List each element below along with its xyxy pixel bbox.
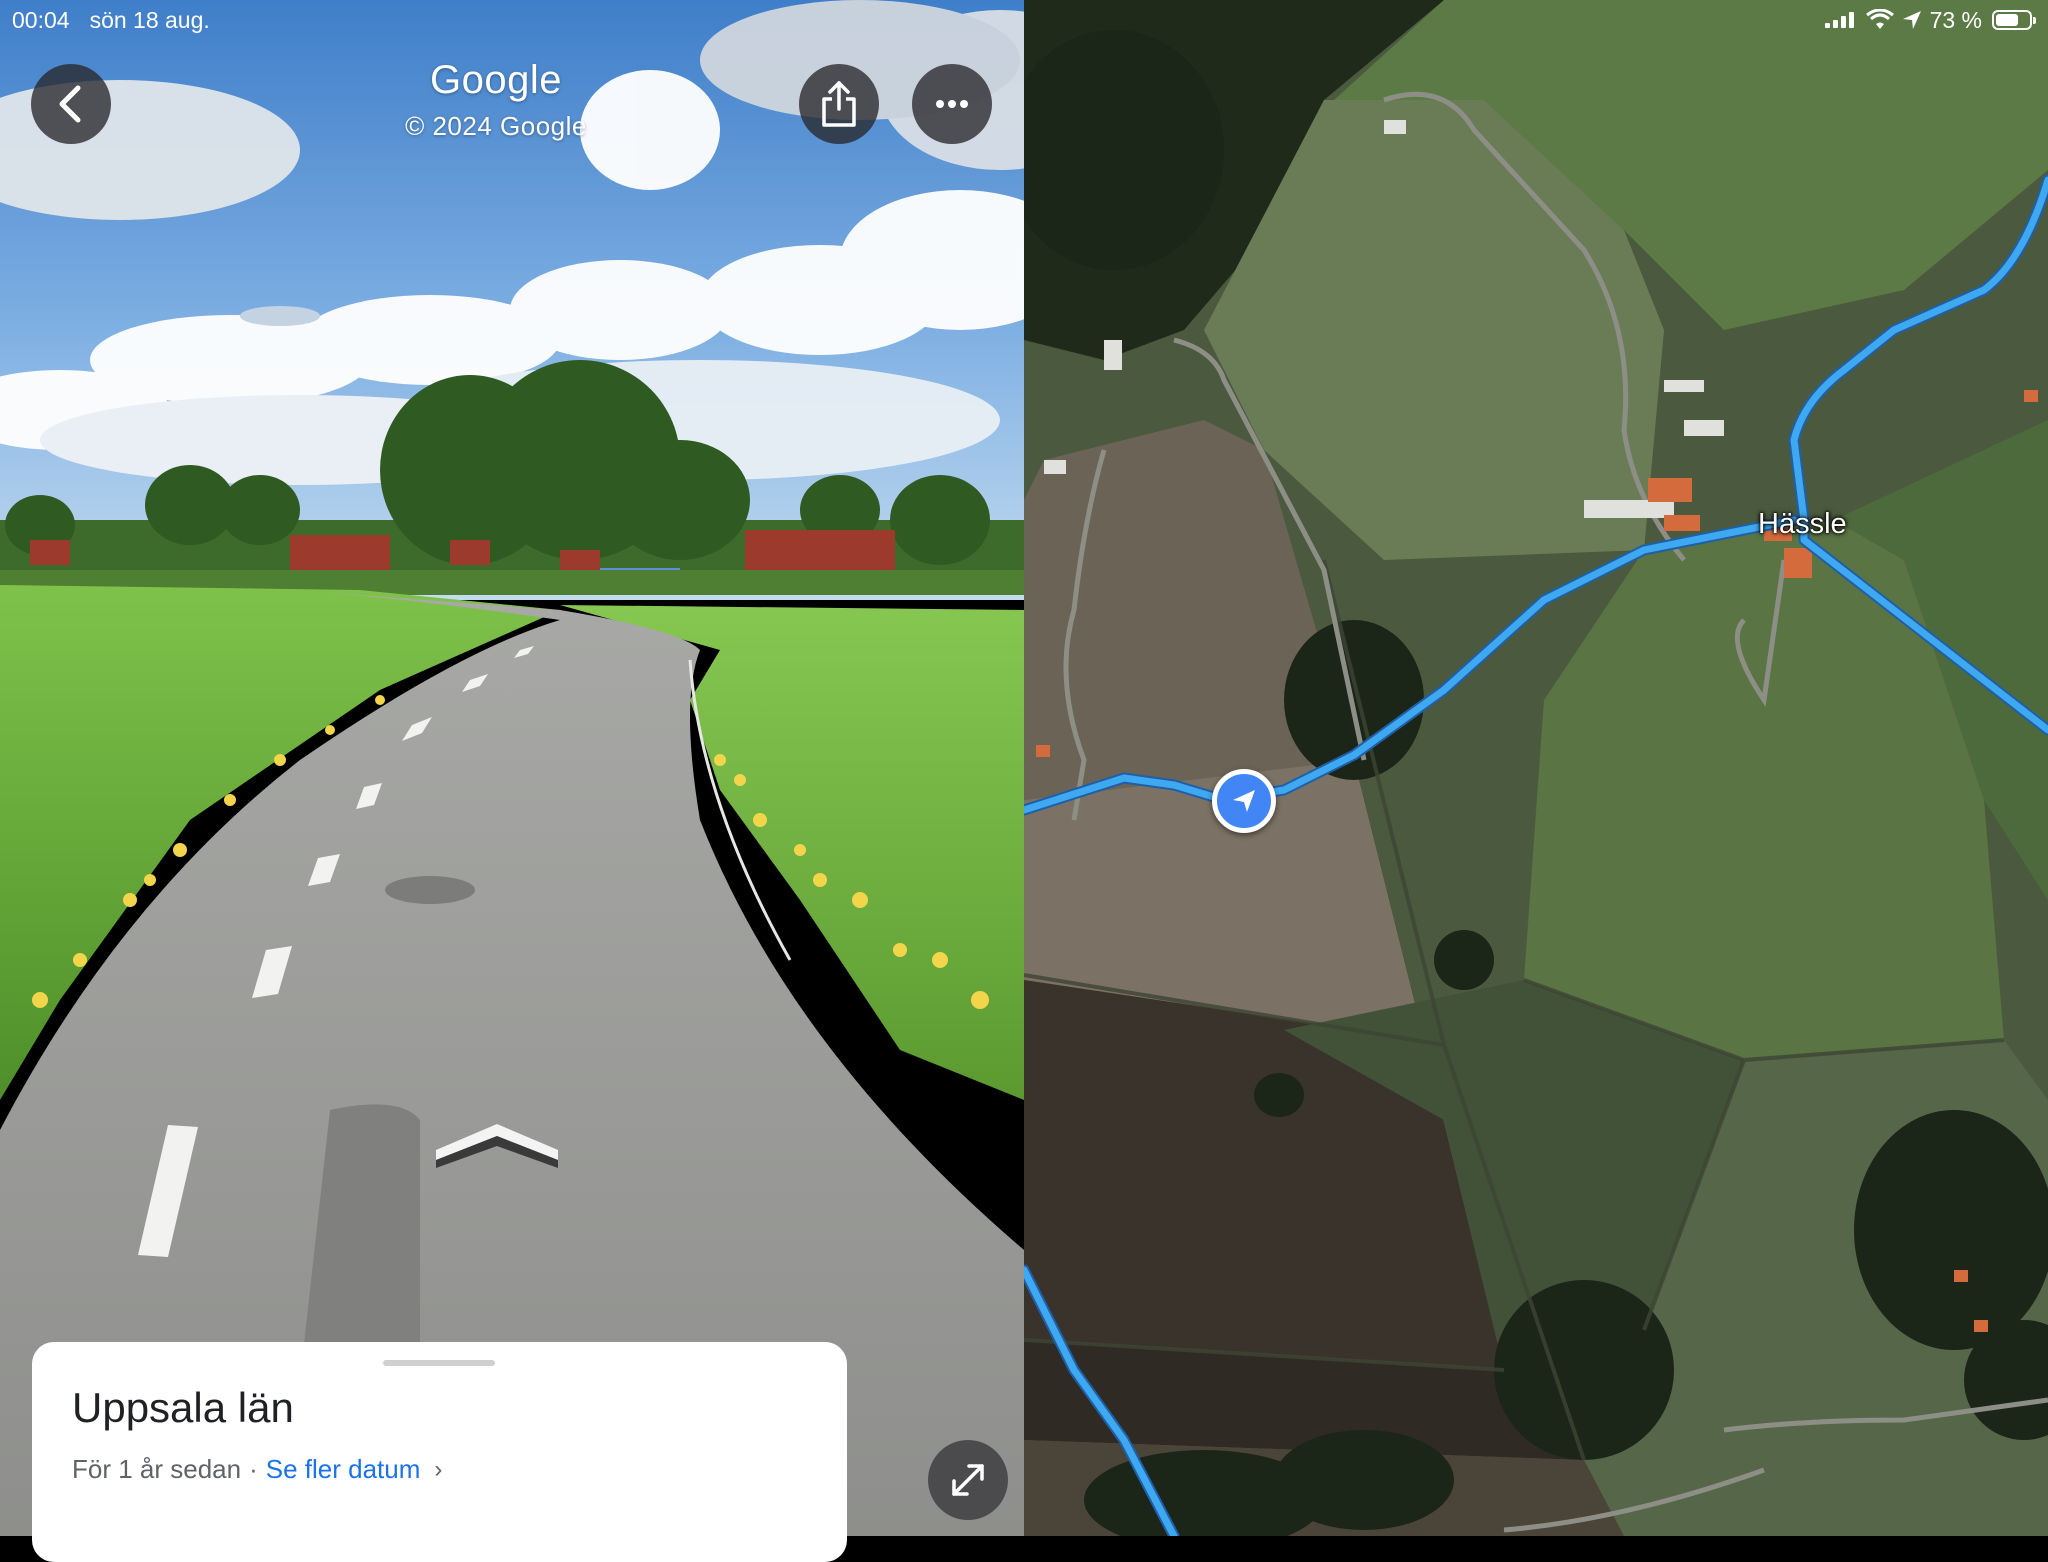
navigation-arrow-icon [1233, 790, 1255, 812]
drag-handle[interactable] [383, 1360, 495, 1366]
capture-date-row: För 1 år sedan · Se fler datum › [72, 1454, 442, 1485]
street-view-panorama[interactable] [0, 0, 1024, 1536]
navigation-chevron-icon[interactable] [432, 1120, 562, 1172]
expand-diagonal-icon [952, 1464, 984, 1496]
battery-percent: 73 % [1929, 6, 1982, 33]
satellite-imagery[interactable] [1024, 0, 2048, 1536]
expand-button[interactable] [928, 1440, 1008, 1520]
status-date: sön 18 aug. [89, 6, 210, 33]
satellite-map[interactable] [1024, 0, 2048, 1536]
location-info-card[interactable]: Uppsala län För 1 år sedan · Se fler dat… [32, 1342, 847, 1562]
more-options-button[interactable] [912, 64, 992, 144]
capture-time-ago: För 1 år sedan [72, 1454, 242, 1484]
chevron-right-icon[interactable]: › [434, 1456, 442, 1484]
wifi-icon [1865, 9, 1894, 29]
share-button[interactable] [799, 64, 879, 144]
cellular-signal-icon [1824, 12, 1854, 28]
more-horizontal-icon [936, 100, 968, 108]
status-bar-right: 73 % [1824, 0, 2036, 40]
battery-icon [1992, 10, 2036, 30]
status-bar-left: 00:04 sön 18 aug. [12, 0, 230, 40]
place-name: Uppsala län [72, 1384, 294, 1431]
status-time: 00:04 [12, 6, 70, 33]
map-place-label[interactable]: Hässle [1758, 508, 1847, 541]
location-services-icon [1902, 11, 1921, 29]
current-location-marker[interactable] [1212, 769, 1276, 833]
share-icon [822, 81, 856, 127]
street-view-image[interactable] [0, 0, 1024, 1536]
see-more-dates-link[interactable]: Se fler datum [266, 1454, 421, 1485]
separator-dot: · [249, 1454, 258, 1484]
